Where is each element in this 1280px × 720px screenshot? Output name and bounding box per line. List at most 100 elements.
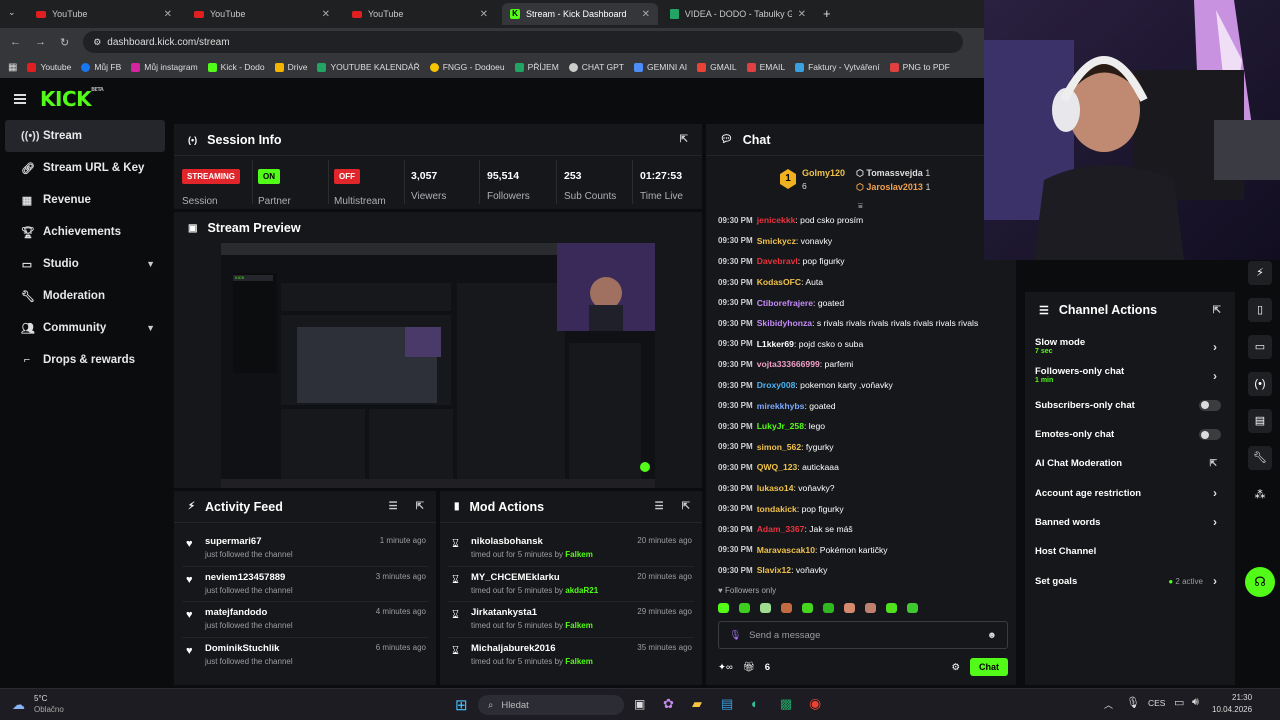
copilot-icon[interactable]: ✿ bbox=[663, 696, 674, 712]
weather-temp[interactable]: 5°C bbox=[34, 694, 47, 703]
tab-search-icon[interactable]: ⌄ bbox=[8, 7, 16, 18]
chat-message[interactable]: 09:30 PM Adam_3367: Jak se máš bbox=[718, 519, 1018, 540]
taskbar-search[interactable]: ⌕ Hledat bbox=[478, 695, 624, 715]
settings-icon[interactable]: ⚙ bbox=[951, 662, 960, 673]
browser-tab-youtube-3[interactable]: YouTube ✕ bbox=[344, 3, 496, 25]
leaderboard-entry[interactable]: ⬡ Jaroslav2013 1 bbox=[856, 182, 930, 193]
stream-preview-video[interactable]: KICK bbox=[221, 243, 655, 488]
username[interactable]: MY_CHCEMEklarku bbox=[471, 572, 560, 583]
emotes-only-toggle[interactable] bbox=[1199, 429, 1221, 441]
chevron-down-icon[interactable]: ▼ bbox=[146, 323, 155, 333]
action-account-age[interactable]: Account age restriction › bbox=[1025, 478, 1235, 507]
filter-icon[interactable]: ☰ bbox=[389, 501, 398, 512]
store-icon[interactable]: ▤ bbox=[721, 696, 733, 712]
file-explorer-icon[interactable]: ▰ bbox=[692, 696, 702, 712]
bookmark-item[interactable]: PNG to PDF bbox=[889, 62, 950, 72]
weather-icon[interactable]: ☁︎ bbox=[12, 697, 25, 713]
clock-time[interactable]: 21:30 bbox=[1232, 693, 1252, 702]
chat-username[interactable]: jenicekkk bbox=[757, 215, 796, 225]
action-host-channel[interactable]: Host Channel bbox=[1025, 537, 1235, 566]
community-icon[interactable]: ⁂ bbox=[1248, 483, 1272, 507]
list-item[interactable]: ⌛︎ MY_CHCEMEklarku timed out for 5 minutes… bbox=[448, 567, 694, 602]
username[interactable]: matejfandodo bbox=[205, 607, 267, 618]
chat-username[interactable]: Adam_3367 bbox=[757, 524, 805, 534]
action-set-goals[interactable]: Set goals ● 2 active › bbox=[1025, 566, 1235, 595]
chat-message[interactable]: 09:30 PM jenicekkk: pod csko prosím bbox=[718, 210, 1018, 231]
chat-message[interactable]: 09:30 PM Davebravl: pop figurky bbox=[718, 251, 1018, 272]
chat-username[interactable]: QWQ_123 bbox=[757, 462, 798, 472]
emote-icon[interactable] bbox=[739, 603, 750, 613]
chat-username[interactable]: Ctiborefrajere bbox=[757, 298, 813, 308]
browser-tab-youtube-2[interactable]: YouTube ✕ bbox=[186, 3, 338, 25]
gift-icon[interactable]: 🎁︎ bbox=[743, 662, 755, 673]
bolt-icon[interactable]: ⚡︎ bbox=[1248, 261, 1272, 285]
weather-text[interactable]: Oblačno bbox=[34, 705, 64, 714]
edge-icon[interactable]: ◐ bbox=[751, 696, 759, 711]
emote-icon[interactable] bbox=[718, 603, 729, 613]
chat-message[interactable]: 09:30 PM LukyJr_258: lego bbox=[718, 416, 1018, 437]
sidebar-item-moderation[interactable]: 🔧︎ Moderation bbox=[5, 280, 165, 312]
close-icon[interactable]: ✕ bbox=[642, 9, 650, 20]
chat-message[interactable]: 09:30 PM vojta333666999: parfemi bbox=[718, 354, 1018, 375]
leaderboard-entry[interactable]: ⬡ Tomassvejda 1 bbox=[856, 168, 930, 179]
list-item[interactable]: ⌛︎ Michaljaburek2016 timed out for 5 minut… bbox=[448, 638, 694, 674]
bookmark-item[interactable]: PŘÍJEM bbox=[514, 62, 559, 72]
reload-icon[interactable]: ↻ bbox=[60, 36, 69, 49]
chat-bubble-icon[interactable]: ▭ bbox=[1248, 335, 1272, 359]
popout-icon[interactable]: ⇱ bbox=[1213, 305, 1221, 316]
list-item[interactable]: ⌛︎ Jirkatankysta1 timed out for 5 minutes … bbox=[448, 602, 694, 638]
chat-username[interactable]: LukyJr_258 bbox=[757, 421, 804, 431]
apps-grid-icon[interactable]: ▦ bbox=[8, 62, 17, 73]
chat-username[interactable]: tondakick bbox=[757, 504, 797, 514]
chat-username[interactable]: simon_562 bbox=[757, 442, 801, 452]
action-ai-moderation[interactable]: AI Chat Moderation ⇱ bbox=[1025, 449, 1235, 478]
chat-username[interactable]: Smickycz bbox=[757, 236, 796, 246]
action-banned-words[interactable]: Banned words › bbox=[1025, 508, 1235, 537]
bookmark-item[interactable]: Drive bbox=[274, 62, 307, 72]
close-icon[interactable]: ✕ bbox=[798, 9, 806, 20]
chat-message[interactable]: 09:30 PM QWQ_123: autickaaa bbox=[718, 457, 1018, 478]
browser-tab-youtube-1[interactable]: YouTube ✕ bbox=[28, 3, 180, 25]
action-followers-only[interactable]: Followers-only chat 1 min › bbox=[1025, 361, 1235, 390]
chat-username[interactable]: KodasOFC bbox=[757, 277, 801, 287]
chat-message[interactable]: 09:30 PM lukaso14: voňavky? bbox=[718, 478, 1018, 499]
microphone-icon[interactable]: 🎙︎ bbox=[1126, 696, 1140, 709]
bookmark-item[interactable]: Faktury - Vytváření bbox=[795, 62, 880, 72]
bookmark-item[interactable]: Můj instagram bbox=[131, 62, 198, 72]
emote-icon[interactable] bbox=[907, 603, 918, 613]
emote-icon[interactable] bbox=[802, 603, 813, 613]
moderator-name[interactable]: Falkem bbox=[565, 550, 593, 559]
chat-message[interactable]: 09:30 PM Slavix12: voňavky bbox=[718, 560, 1018, 581]
chat-message[interactable]: 09:30 PM Maravascak10: Pokémon kartičky bbox=[718, 540, 1018, 561]
shield-icon[interactable]: ▤ bbox=[1248, 409, 1272, 433]
list-item[interactable]: ⌛︎ nikolasbohansk timed out for 5 minutes … bbox=[448, 531, 694, 567]
windows-start-icon[interactable]: ⊞ bbox=[455, 696, 468, 714]
chat-username[interactable]: vojta333666999 bbox=[757, 359, 820, 369]
emote-icon[interactable] bbox=[823, 603, 834, 613]
moderator-name[interactable]: Falkem bbox=[565, 657, 593, 666]
popout-icon[interactable]: ⇱ bbox=[682, 501, 690, 512]
loyalty-icon[interactable]: ✦∞ bbox=[718, 662, 733, 673]
chat-username[interactable]: Maravascak10 bbox=[757, 545, 815, 555]
chat-message[interactable]: 09:30 PM simon_562: fygurky bbox=[718, 437, 1018, 458]
bookmark-item[interactable]: YOUTUBE KALENDÁŘ bbox=[317, 62, 420, 72]
emote-icon[interactable] bbox=[781, 603, 792, 613]
action-emotes-only[interactable]: Emotes-only chat bbox=[1025, 420, 1235, 449]
username[interactable]: DominikStuchlik bbox=[205, 643, 279, 654]
subscribers-only-toggle[interactable] bbox=[1199, 399, 1221, 411]
close-icon[interactable]: ✕ bbox=[164, 9, 172, 20]
browser-tab-sheets[interactable]: VIDEA - DODO - Tabulky Googl ✕ bbox=[662, 3, 814, 25]
sidebar-item-community[interactable]: 👥︎ Community ▼ bbox=[5, 312, 165, 344]
new-tab-button[interactable]: + bbox=[823, 6, 831, 21]
chat-username[interactable]: L1kker69 bbox=[757, 339, 794, 349]
bookmark-item[interactable]: GMAIL bbox=[697, 62, 737, 72]
broadcast-icon[interactable]: (•) bbox=[1248, 372, 1272, 396]
back-icon[interactable]: ← bbox=[10, 36, 21, 48]
emoji-icon[interactable]: ☻ bbox=[987, 630, 997, 641]
chat-message-input[interactable]: 🎙︎ Send a message ☻ bbox=[718, 621, 1008, 649]
chat-message[interactable]: 09:30 PM Ctiborefrajere: goated bbox=[718, 292, 1018, 313]
chat-username[interactable]: Slavix12 bbox=[757, 565, 791, 575]
emote-icon[interactable] bbox=[886, 603, 897, 613]
sidebar-item-stream-url-key[interactable]: 🔗︎ Stream URL & Key bbox=[5, 152, 165, 184]
moderator-name[interactable]: Falkem bbox=[565, 621, 593, 630]
